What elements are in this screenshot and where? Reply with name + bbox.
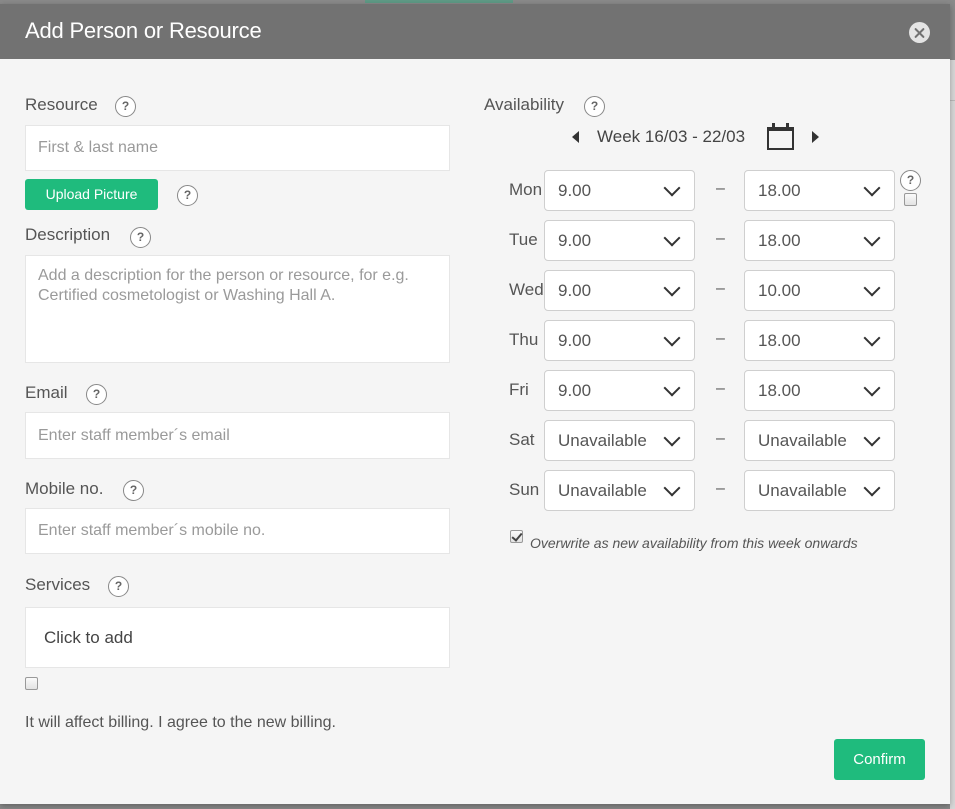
dialog-title: Add Person or Resource: [25, 18, 262, 43]
chevron-down-icon: [663, 379, 681, 397]
email-help-icon[interactable]: ?: [86, 384, 107, 405]
chevron-down-icon: [663, 179, 681, 197]
chevron-down-icon: [663, 229, 681, 247]
tue-to-value: 18.00: [758, 231, 801, 250]
range-separator: –: [716, 430, 725, 447]
tue-from-value: 9.00: [558, 231, 592, 250]
range-separator: –: [716, 230, 725, 247]
day-label-mon: Mon: [509, 180, 543, 199]
availability-help-icon[interactable]: ?: [584, 96, 605, 117]
services-selector[interactable]: Click to add: [25, 607, 450, 668]
chevron-down-icon: [863, 229, 881, 247]
confirm-button[interactable]: Confirm: [834, 739, 925, 780]
day-label-tue: Tue: [509, 230, 538, 249]
previous-week-arrow-icon[interactable]: [572, 131, 579, 143]
week-label: Week 16/03 - 22/03: [597, 127, 746, 146]
chevron-down-icon: [663, 329, 681, 347]
wed-from-select[interactable]: 9.00: [544, 270, 695, 311]
dialog-header: Add Person or Resource: [0, 4, 950, 59]
upload-picture-button[interactable]: Upload Picture: [25, 179, 158, 210]
services-label: Services: [25, 575, 91, 594]
mobile-input[interactable]: [25, 508, 450, 554]
calendar-icon[interactable]: [767, 123, 794, 150]
sat-from-value: Unavailable: [558, 431, 647, 450]
sun-to-value: Unavailable: [758, 481, 847, 500]
day-label-wed: Wed: [509, 280, 544, 299]
resource-help-icon[interactable]: ?: [115, 96, 136, 117]
sat-to-select[interactable]: Unavailable: [744, 420, 895, 461]
chevron-down-icon: [663, 279, 681, 297]
wed-from-value: 9.00: [558, 281, 592, 300]
fri-from-value: 9.00: [558, 381, 592, 400]
range-separator: –: [716, 480, 725, 497]
chevron-down-icon: [863, 329, 881, 347]
description-help-icon[interactable]: ?: [130, 227, 151, 248]
chevron-down-icon: [863, 479, 881, 497]
mon-to-select[interactable]: 18.00: [744, 170, 895, 211]
mobile-label: Mobile no.: [25, 479, 104, 498]
availability-label: Availability: [484, 95, 565, 114]
thu-from-value: 9.00: [558, 331, 592, 350]
day-label-thu: Thu: [509, 330, 539, 349]
sun-from-value: Unavailable: [558, 481, 647, 500]
backdrop-page-edge: [950, 60, 955, 809]
day-label-sun: Sun: [509, 480, 540, 499]
tue-from-select[interactable]: 9.00: [544, 220, 695, 261]
description-label: Description: [25, 225, 111, 244]
services-help-icon[interactable]: ?: [108, 576, 129, 597]
sat-to-value: Unavailable: [758, 431, 847, 450]
mon-from-select[interactable]: 9.00: [544, 170, 695, 211]
thu-to-select[interactable]: 18.00: [744, 320, 895, 361]
billing-agree-text: It will affect billing. I agree to the n…: [25, 714, 336, 731]
chevron-down-icon: [863, 279, 881, 297]
fri-to-select[interactable]: 18.00: [744, 370, 895, 411]
add-person-dialog: Add Person or Resource Resource ? Upload…: [0, 4, 950, 804]
next-week-arrow-icon[interactable]: [812, 131, 819, 143]
range-separator: –: [716, 180, 725, 197]
chevron-down-icon: [863, 379, 881, 397]
copy-hours-checkbox[interactable]: [904, 193, 917, 206]
range-separator: –: [716, 380, 725, 397]
sun-to-select[interactable]: Unavailable: [744, 470, 895, 511]
range-separator: –: [716, 330, 725, 347]
sun-from-select[interactable]: Unavailable: [544, 470, 695, 511]
upload-help-icon[interactable]: ?: [177, 185, 198, 206]
billing-agree-checkbox[interactable]: [25, 677, 38, 690]
chevron-down-icon: [663, 479, 681, 497]
backdrop-tab-indicator: [365, 0, 513, 3]
mon-from-value: 9.00: [558, 181, 592, 200]
resource-name-input[interactable]: [25, 125, 450, 171]
fri-to-value: 18.00: [758, 381, 801, 400]
description-input[interactable]: [25, 255, 450, 363]
close-icon[interactable]: [909, 22, 930, 43]
thu-from-select[interactable]: 9.00: [544, 320, 695, 361]
week-navigator: Week 16/03 - 22/03: [570, 122, 830, 152]
range-separator: –: [716, 280, 725, 297]
sat-from-select[interactable]: Unavailable: [544, 420, 695, 461]
mobile-help-icon[interactable]: ?: [123, 480, 144, 501]
overwrite-availability-text: Overwrite as new availability from this …: [530, 535, 858, 551]
wed-to-select[interactable]: 10.00: [744, 270, 895, 311]
email-input[interactable]: [25, 412, 450, 459]
thu-to-value: 18.00: [758, 331, 801, 350]
chevron-down-icon: [863, 179, 881, 197]
fri-from-select[interactable]: 9.00: [544, 370, 695, 411]
chevron-down-icon: [863, 429, 881, 447]
mon-to-value: 18.00: [758, 181, 801, 200]
day-label-sat: Sat: [509, 430, 535, 449]
chevron-down-icon: [663, 429, 681, 447]
day-label-fri: Fri: [509, 380, 529, 399]
copy-hours-help-icon[interactable]: ?: [900, 170, 921, 191]
tue-to-select[interactable]: 18.00: [744, 220, 895, 261]
resource-label: Resource: [25, 95, 98, 114]
wed-to-value: 10.00: [758, 281, 801, 300]
email-label: Email: [25, 383, 68, 402]
overwrite-availability-checkbox[interactable]: [510, 530, 523, 543]
